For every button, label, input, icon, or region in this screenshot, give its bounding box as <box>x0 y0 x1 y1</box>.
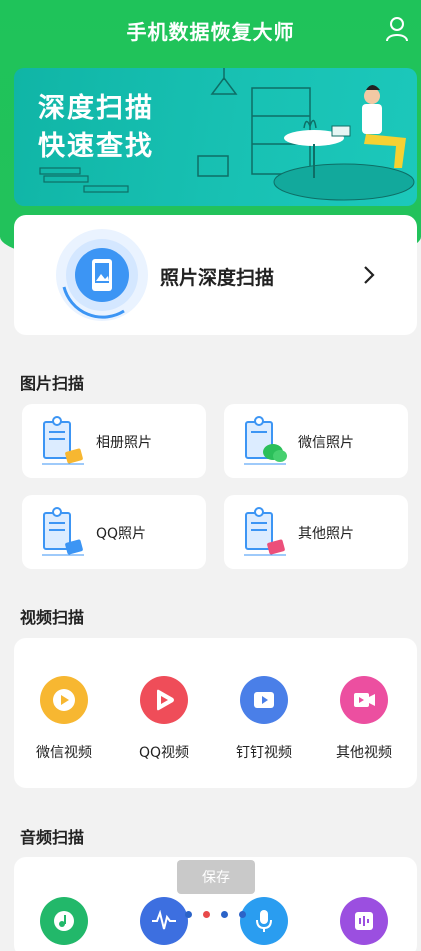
pager-dot-active <box>203 911 210 918</box>
pager-dot <box>185 911 192 918</box>
wechat-photo-tile[interactable]: 微信照片 <box>224 404 408 478</box>
wechat-video-icon <box>40 676 88 724</box>
promo-banner[interactable]: 深度扫描 快速查找 <box>14 68 417 206</box>
audio-section-title: 音频扫描 <box>20 828 85 847</box>
wechat-video-label: 微信视频 <box>36 745 92 761</box>
qq-video-icon <box>140 676 188 724</box>
qq-photo-label: QQ照片 <box>96 526 147 542</box>
other-video-item[interactable]: 其他视频 <box>314 676 414 762</box>
microphone-icon <box>240 897 288 945</box>
chevron-right-icon <box>364 266 375 284</box>
dingtalk-video-label: 钉钉视频 <box>236 745 292 761</box>
audio-item-music[interactable] <box>14 897 114 945</box>
dingtalk-video-item[interactable]: 钉钉视频 <box>214 676 314 762</box>
other-photo-icon <box>244 507 286 556</box>
user-icon[interactable] <box>385 16 409 42</box>
qq-video-item[interactable]: QQ视频 <box>114 676 214 762</box>
page-title: 手机数据恢复大师 <box>126 19 295 44</box>
video-panel: 微信视频 QQ视频 钉钉视频 其他视频 <box>14 638 417 788</box>
phone-scan-icon <box>56 229 148 321</box>
audio-item-microphone[interactable] <box>214 897 314 945</box>
deep-scan-card[interactable]: 照片深度扫描 <box>14 215 417 335</box>
other-video-icon <box>340 676 388 724</box>
pager-dot <box>221 911 228 918</box>
audio-item-waveform[interactable] <box>114 897 214 945</box>
wechat-photo-icon <box>244 416 287 465</box>
banner-illustration <box>39 68 415 201</box>
photo-section-title: 图片扫描 <box>20 374 85 393</box>
album-photo-label: 相册照片 <box>96 435 152 451</box>
app-header: 手机数据恢复大师 <box>0 0 421 60</box>
save-toast[interactable]: 保存 <box>177 860 255 894</box>
qq-photo-icon <box>42 507 84 556</box>
wechat-video-item[interactable]: 微信视频 <box>14 676 114 762</box>
dingtalk-video-icon <box>240 676 288 724</box>
other-video-label: 其他视频 <box>336 745 392 761</box>
waveform-icon <box>140 897 188 945</box>
other-photo-tile[interactable]: 其他照片 <box>224 495 408 569</box>
deep-scan-label: 照片深度扫描 <box>160 267 275 289</box>
video-section-title: 视频扫描 <box>20 608 85 627</box>
album-photo-icon <box>42 416 84 465</box>
audio-item-file[interactable] <box>314 897 414 945</box>
other-photo-label: 其他照片 <box>298 526 354 542</box>
audio-file-icon <box>340 897 388 945</box>
album-photo-tile[interactable]: 相册照片 <box>22 404 206 478</box>
music-icon <box>40 897 88 945</box>
pager-dot <box>239 911 246 918</box>
pager-dots <box>185 911 246 918</box>
wechat-photo-label: 微信照片 <box>298 435 354 451</box>
qq-photo-tile[interactable]: QQ照片 <box>22 495 206 569</box>
qq-video-label: QQ视频 <box>138 745 190 761</box>
